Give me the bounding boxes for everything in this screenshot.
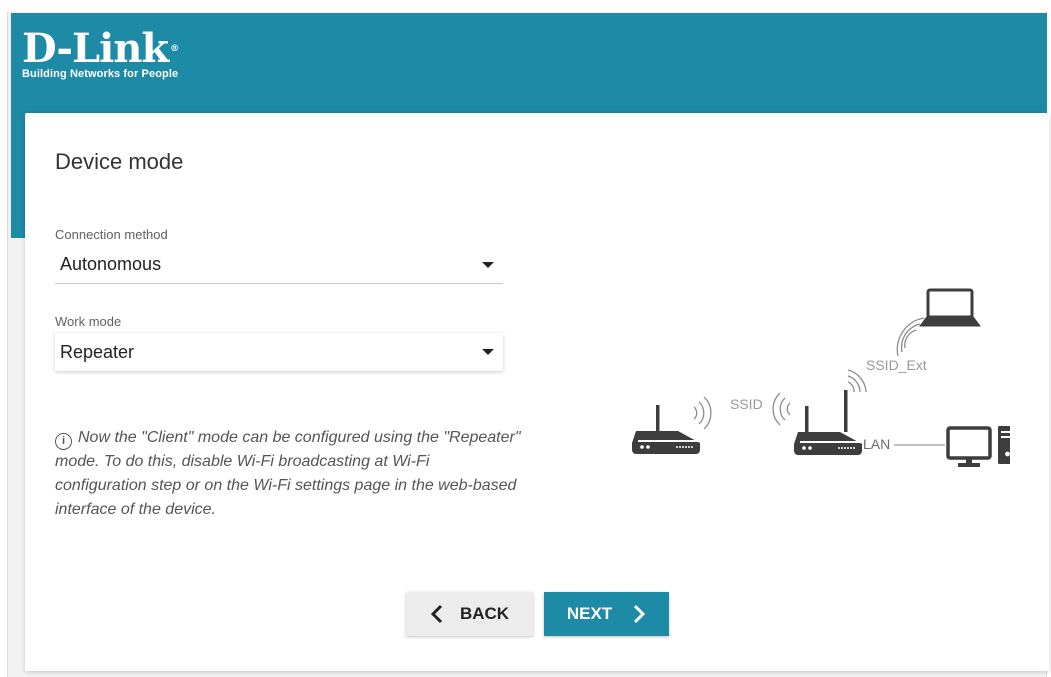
desktop-computer-icon	[946, 426, 1010, 467]
connection-method-field: Connection method Autonomous	[55, 227, 503, 284]
brand-tagline: Building Networks for People	[22, 68, 179, 80]
dlink-logo: D-Link ® Building Networks for People	[22, 29, 179, 81]
wifi-signal-icon	[693, 396, 712, 430]
dropdown-arrow-icon	[482, 262, 494, 268]
work-mode-value: Repeater	[60, 341, 135, 362]
registered-mark: ®	[170, 44, 179, 54]
connection-method-select[interactable]: Autonomous	[55, 246, 503, 284]
work-mode-label: Work mode	[55, 314, 122, 329]
ssid-ext-label: SSID_Ext	[866, 357, 927, 373]
wifi-signal-icon	[772, 392, 791, 426]
info-note-text: Now the "Client" mode can be configured …	[55, 429, 521, 518]
connection-method-label: Connection method	[55, 227, 168, 242]
work-mode-field: Work mode Repeater	[55, 314, 503, 371]
lan-label: LAN	[863, 436, 890, 452]
repeater-diagram: SSID_Ext SSID LAN	[632, 288, 1010, 467]
laptop-icon	[919, 288, 981, 327]
back-button[interactable]: BACK	[406, 592, 533, 636]
connection-method-value: Autonomous	[60, 254, 162, 274]
info-icon: i	[55, 433, 72, 450]
device-mode-card: Device mode Connection method Autonomous…	[25, 113, 1049, 671]
chevron-right-icon	[634, 604, 646, 624]
next-button[interactable]: NEXT	[544, 592, 669, 636]
work-mode-select[interactable]: Repeater	[55, 333, 503, 371]
wifi-signal-icon	[847, 369, 867, 393]
wifi-signal-icon	[896, 317, 925, 357]
info-note: i Now the "Client" mode can be configured…	[55, 426, 525, 522]
next-button-label: NEXT	[566, 604, 613, 623]
page-title: Device mode	[55, 149, 184, 174]
router-icon	[632, 405, 700, 454]
brand-name: D-Link	[22, 25, 169, 72]
back-button-label: BACK	[459, 604, 510, 623]
repeater-router-icon	[794, 390, 862, 455]
dropdown-arrow-icon	[482, 349, 494, 355]
ssid-label: SSID	[730, 396, 763, 412]
chevron-left-icon	[430, 604, 442, 624]
